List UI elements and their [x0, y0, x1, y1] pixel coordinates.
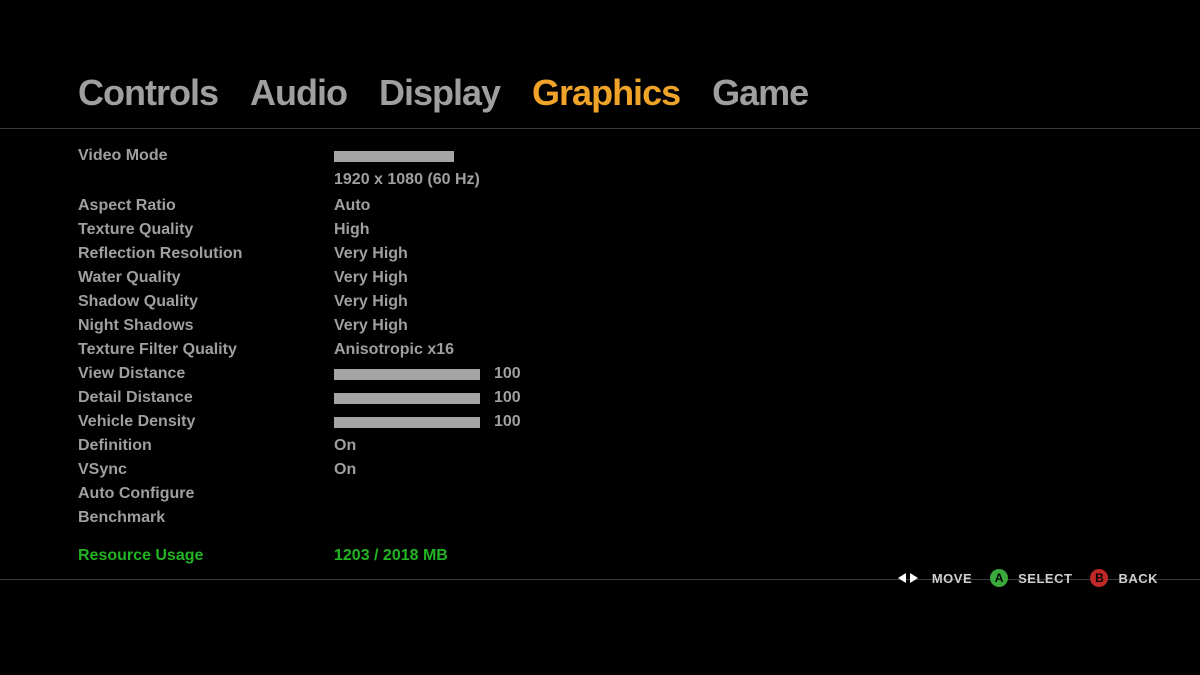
aspect-ratio-value: Auto [334, 197, 370, 215]
b-button-icon: B [1090, 569, 1108, 587]
night-shadows-value: Very High [334, 317, 408, 335]
footer-hints: MOVE A SELECT B BACK [898, 569, 1158, 587]
shadow-quality-value: Very High [334, 293, 408, 311]
settings-tabs: Controls Audio Display Graphics Game [0, 0, 1200, 128]
setting-definition[interactable]: Definition On [78, 435, 1200, 457]
shadow-quality-label: Shadow Quality [78, 293, 334, 311]
triangle-right-icon [910, 573, 918, 583]
setting-reflection-resolution[interactable]: Reflection Resolution Very High [78, 243, 1200, 265]
view-distance-value: 100 [494, 365, 521, 383]
tab-game[interactable]: Game [712, 72, 808, 114]
dpad-icon [898, 573, 918, 583]
setting-texture-filter-quality[interactable]: Texture Filter Quality Anisotropic x16 [78, 339, 1200, 361]
reflection-res-label: Reflection Resolution [78, 245, 334, 263]
video-mode-slider[interactable] [334, 151, 454, 162]
a-button-icon: A [990, 569, 1008, 587]
texture-filter-label: Texture Filter Quality [78, 341, 334, 359]
setting-benchmark[interactable]: Benchmark [78, 507, 1200, 529]
water-quality-label: Water Quality [78, 269, 334, 287]
resource-usage-value: 1203 / 2018 MB [334, 547, 448, 565]
vehicle-density-value: 100 [494, 413, 521, 431]
vsync-value: On [334, 461, 356, 479]
resource-usage-label: Resource Usage [78, 547, 334, 565]
tab-graphics[interactable]: Graphics [532, 72, 680, 114]
aspect-ratio-label: Aspect Ratio [78, 197, 334, 215]
detail-distance-label: Detail Distance [78, 389, 334, 407]
view-distance-label: View Distance [78, 365, 334, 383]
detail-distance-value: 100 [494, 389, 521, 407]
triangle-left-icon [898, 573, 906, 583]
texture-quality-label: Texture Quality [78, 221, 334, 239]
view-distance-slider[interactable] [334, 369, 480, 380]
tab-audio[interactable]: Audio [250, 72, 347, 114]
setting-detail-distance[interactable]: Detail Distance 100 [78, 387, 1200, 409]
video-mode-value: 1920 x 1080 (60 Hz) [334, 171, 480, 189]
graphics-settings-panel: Video Mode 1920 x 1080 (60 Hz) Aspect Ra… [0, 129, 1200, 567]
definition-value: On [334, 437, 356, 455]
tab-display[interactable]: Display [379, 72, 500, 114]
setting-texture-quality[interactable]: Texture Quality High [78, 219, 1200, 241]
tab-controls[interactable]: Controls [78, 72, 218, 114]
setting-view-distance[interactable]: View Distance 100 [78, 363, 1200, 385]
water-quality-value: Very High [334, 269, 408, 287]
resource-usage-row: Resource Usage 1203 / 2018 MB [78, 545, 1200, 567]
setting-video-mode[interactable]: Video Mode [78, 145, 1200, 167]
hint-move: MOVE [932, 571, 972, 586]
setting-vehicle-density[interactable]: Vehicle Density 100 [78, 411, 1200, 433]
auto-configure-label: Auto Configure [78, 485, 334, 503]
benchmark-label: Benchmark [78, 509, 334, 527]
night-shadows-label: Night Shadows [78, 317, 334, 335]
setting-vsync[interactable]: VSync On [78, 459, 1200, 481]
setting-aspect-ratio[interactable]: Aspect Ratio Auto [78, 195, 1200, 217]
setting-night-shadows[interactable]: Night Shadows Very High [78, 315, 1200, 337]
setting-shadow-quality[interactable]: Shadow Quality Very High [78, 291, 1200, 313]
setting-auto-configure[interactable]: Auto Configure [78, 483, 1200, 505]
texture-filter-value: Anisotropic x16 [334, 341, 454, 359]
vsync-label: VSync [78, 461, 334, 479]
vehicle-density-label: Vehicle Density [78, 413, 334, 431]
definition-label: Definition [78, 437, 334, 455]
video-mode-label: Video Mode [78, 147, 334, 165]
texture-quality-value: High [334, 221, 370, 239]
setting-water-quality[interactable]: Water Quality Very High [78, 267, 1200, 289]
hint-select: SELECT [1018, 571, 1072, 586]
detail-distance-slider[interactable] [334, 393, 480, 404]
vehicle-density-slider[interactable] [334, 417, 480, 428]
reflection-res-value: Very High [334, 245, 408, 263]
hint-back: BACK [1118, 571, 1158, 586]
